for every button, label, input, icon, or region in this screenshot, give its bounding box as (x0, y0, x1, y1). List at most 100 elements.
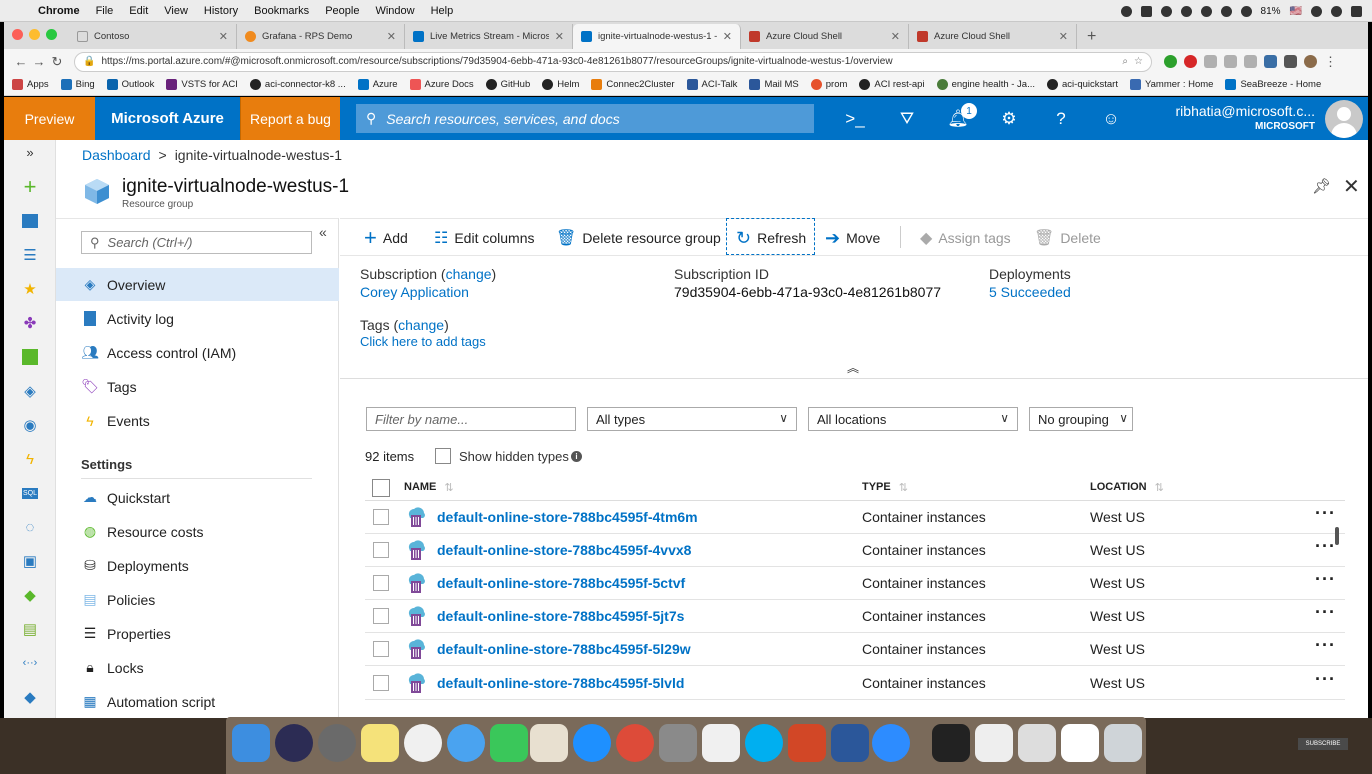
menu-people[interactable]: People (325, 5, 359, 17)
messages-icon[interactable] (447, 724, 485, 762)
bookmark[interactable]: aci-connector-k8 ... (249, 79, 346, 90)
notes-icon[interactable] (361, 724, 399, 762)
close-icon[interactable]: ✕ (891, 30, 900, 43)
menu-edit[interactable]: Edit (129, 5, 148, 17)
bookmark[interactable]: Bing (60, 79, 95, 90)
word-icon[interactable] (831, 724, 869, 762)
window-thumbnail[interactable] (1018, 724, 1056, 762)
minimize-window-icon[interactable] (29, 29, 40, 40)
avatar[interactable] (1325, 100, 1363, 138)
more-options-icon[interactable]: ··· (1315, 536, 1336, 557)
bookmark[interactable]: ACI-Talk (686, 79, 737, 90)
subscription-name-link[interactable]: Corey Application (360, 284, 469, 300)
cosmos-db-icon[interactable]: ◌ (20, 517, 40, 537)
battery-percent[interactable]: 81% (1261, 6, 1281, 17)
menu-item-overview[interactable]: ◈ Overview (56, 268, 339, 301)
info-icon[interactable]: i (571, 451, 582, 462)
terminal-window-thumbnail[interactable] (932, 724, 970, 762)
kebab-menu-icon[interactable]: ⋮ (1324, 54, 1337, 70)
menu-bookmarks[interactable]: Bookmarks (254, 5, 309, 17)
browser-tab-active[interactable]: ignite-virtualnode-westus-1 - M ✕ (573, 24, 741, 49)
preview-app-icon[interactable] (530, 724, 568, 762)
column-header-location[interactable]: LOCATION ⇅ (1090, 481, 1164, 494)
photos-icon[interactable] (404, 724, 442, 762)
resource-name-link[interactable]: default-online-store-788bc4595f-5ctvf (437, 575, 685, 591)
close-icon[interactable]: ✕ (723, 30, 732, 43)
virtual-networks-icon[interactable]: ‹··› (20, 653, 40, 673)
row-checkbox[interactable] (373, 509, 389, 525)
opera-icon[interactable] (1184, 55, 1197, 68)
table-row[interactable]: default-online-store-788bc4595f-5jt7s Co… (365, 600, 1345, 633)
deployments-link[interactable]: 5 Succeeded (989, 284, 1071, 300)
bookmark[interactable]: Connec2Cluster (591, 79, 675, 90)
dashboard-icon[interactable] (20, 211, 40, 231)
bookmark[interactable]: Mail MS (749, 79, 799, 90)
menu-app-name[interactable]: Chrome (38, 5, 80, 17)
siri-icon[interactable] (1331, 5, 1342, 17)
star-icon[interactable]: ☆ (1134, 56, 1143, 67)
bluetooth-icon[interactable] (1200, 5, 1212, 17)
preview-link[interactable]: Preview (4, 97, 95, 140)
function-apps-icon[interactable]: ϟ (20, 449, 40, 469)
report-bug-link[interactable]: Report a bug (240, 97, 340, 140)
menu-item-deployments[interactable]: ⛁ Deployments (56, 549, 339, 582)
zoom-icon[interactable] (872, 724, 910, 762)
column-header-type[interactable]: TYPE ⇅ (862, 481, 908, 494)
favorites-star-icon[interactable]: ★ (20, 279, 40, 299)
back-icon[interactable]: ← (12, 54, 30, 69)
menu-help[interactable]: Help (431, 5, 454, 17)
row-checkbox[interactable] (373, 542, 389, 558)
reload-icon[interactable]: ↻ (48, 54, 66, 70)
refresh-button[interactable]: ↻ Refresh (736, 227, 806, 249)
bookmark[interactable]: Yammer : Home (1129, 79, 1213, 90)
delete-resource-group-button[interactable]: 🗑︎ Delete resource group (556, 227, 721, 249)
menu-item-policies[interactable]: ▤ Policies (56, 583, 339, 616)
chrome-icon[interactable] (616, 724, 654, 762)
maximize-window-icon[interactable] (46, 29, 57, 40)
menu-item-access-control[interactable]: 👥︎ Access control (IAM) (56, 336, 339, 369)
more-options-icon[interactable]: ··· (1315, 602, 1336, 623)
column-header-name[interactable]: NAME ⇅ (404, 481, 454, 494)
locations-dropdown[interactable]: All locations ∨ (808, 407, 1018, 431)
bookmark[interactable]: Outlook (106, 79, 154, 90)
resource-icon[interactable]: ✤ (20, 313, 40, 333)
table-row[interactable]: default-online-store-788bc4595f-5l29w Co… (365, 633, 1345, 666)
show-hidden-types-checkbox[interactable] (435, 448, 451, 464)
resource-name-link[interactable]: default-online-store-788bc4595f-4tm6m (437, 509, 698, 525)
edit-columns-button[interactable]: ☷ Edit columns (434, 227, 535, 249)
change-subscription-link[interactable]: change (446, 266, 492, 282)
volume-icon[interactable] (1220, 5, 1232, 17)
table-row[interactable]: default-online-store-788bc4595f-5lvld Co… (365, 667, 1345, 700)
extension-icon[interactable] (1284, 55, 1297, 68)
lock-icon[interactable]: 🔒 (83, 56, 95, 67)
move-button[interactable]: ➔ Move (825, 227, 880, 249)
bookmark[interactable]: VSTS for ACI (166, 79, 238, 90)
row-checkbox[interactable] (373, 608, 389, 624)
scrollbar-thumb[interactable] (1335, 527, 1339, 545)
resource-name-link[interactable]: default-online-store-788bc4595f-4vvx8 (437, 542, 691, 558)
feedback-smiley-icon[interactable]: ☺ (1096, 104, 1126, 134)
select-all-checkbox[interactable] (372, 479, 390, 497)
flag-icon[interactable]: 🇺🇸 (1290, 6, 1302, 17)
more-options-icon[interactable]: ··· (1315, 569, 1336, 590)
facetime-icon[interactable] (490, 724, 528, 762)
browser-tab[interactable]: Azure Cloud Shell ✕ (909, 24, 1077, 49)
bookmark[interactable]: ACI rest-api (859, 79, 925, 90)
all-services-icon[interactable]: ☰ (20, 245, 40, 265)
scrivener-icon[interactable] (702, 724, 740, 762)
close-icon[interactable]: ✕ (387, 30, 396, 43)
bookmark[interactable]: GitHub (485, 79, 530, 90)
close-window-icon[interactable] (12, 29, 23, 40)
bookmark[interactable]: aci-quickstart (1047, 79, 1118, 90)
resource-name-link[interactable]: default-online-store-788bc4595f-5lvld (437, 675, 684, 691)
show-hidden-types-label[interactable]: Show hidden types (459, 449, 569, 464)
menu-item-automation-script[interactable]: ▦ Automation script (56, 685, 339, 718)
breadcrumb-current[interactable]: ignite-virtualnode-westus-1 (175, 147, 342, 163)
menu-file[interactable]: File (96, 5, 114, 17)
powerpoint-icon[interactable] (788, 724, 826, 762)
menu-view[interactable]: View (164, 5, 188, 17)
add-button[interactable]: + Add (364, 225, 408, 250)
directory-filter-icon[interactable]: ⛛ (892, 104, 922, 134)
menu-window[interactable]: Window (375, 5, 414, 17)
menu-item-quickstart[interactable]: ☁ Quickstart (56, 481, 339, 514)
